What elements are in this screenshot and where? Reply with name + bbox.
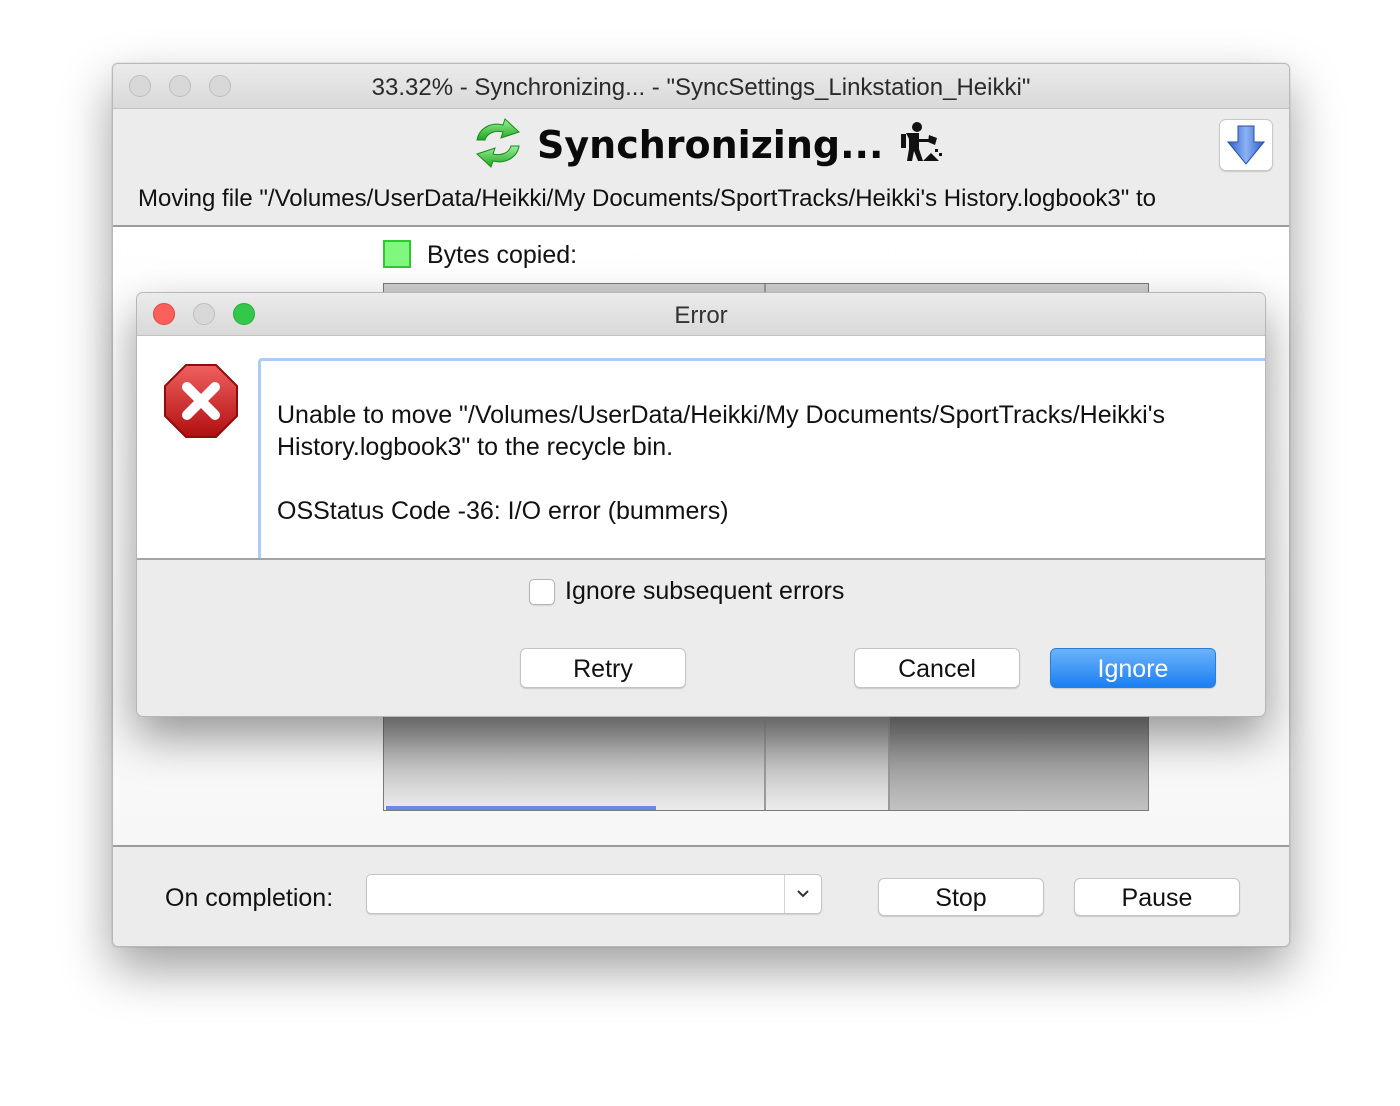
- window-footer: On completion: Stop Pause: [113, 847, 1289, 946]
- ignore-subsequent-errors-checkbox[interactable]: [529, 578, 555, 605]
- bytes-copied-progress-bar: [386, 806, 656, 810]
- current-operation-status: Moving file "/Volumes/UserData/Heikki/My…: [138, 185, 1156, 212]
- ignore-subsequent-errors-label[interactable]: Ignore subsequent errors: [565, 577, 844, 606]
- ignore-button[interactable]: Ignore: [1050, 648, 1216, 688]
- digging-worker-icon: [897, 121, 943, 170]
- down-arrow-icon: [1226, 125, 1266, 165]
- on-completion-select[interactable]: [366, 874, 822, 914]
- sync-header: Synchronizing... Moving file "/Volumes/U…: [113, 109, 1289, 227]
- sync-heading-text: Synchronizing...: [537, 123, 884, 167]
- dialog-body: Unable to move "/Volumes/UserData/Heikki…: [137, 336, 1265, 560]
- sync-heading: Synchronizing...: [471, 115, 943, 175]
- error-stop-icon: [163, 363, 239, 444]
- chevron-down-icon[interactable]: [784, 875, 821, 913]
- dialog-title: Error: [674, 302, 728, 329]
- error-dialog: Error Unable to move "/Volumes/UserData/…: [136, 292, 1266, 717]
- sync-arrows-icon: [471, 116, 525, 175]
- graph-section-middle: [766, 704, 888, 810]
- error-message-box: Unable to move "/Volumes/UserData/Heikki…: [258, 358, 1265, 558]
- cancel-button[interactable]: Cancel: [854, 648, 1020, 688]
- download-button[interactable]: [1219, 119, 1273, 171]
- error-message: Unable to move "/Volumes/UserData/Heikki…: [277, 399, 1265, 527]
- bytes-copied-legend-label: Bytes copied:: [427, 241, 578, 269]
- graph-divider: [888, 704, 890, 810]
- window-titlebar[interactable]: 33.32% - Synchronizing... - "SyncSetting…: [113, 64, 1289, 109]
- window-title: 33.32% - Synchronizing... - "SyncSetting…: [371, 74, 1031, 101]
- retry-button[interactable]: Retry: [520, 648, 686, 688]
- pause-button[interactable]: Pause: [1074, 878, 1240, 916]
- stop-button[interactable]: Stop: [878, 878, 1044, 916]
- error-message-line-2: OSStatus Code -36: I/O error (bummers): [277, 497, 729, 525]
- on-completion-label: On completion:: [165, 884, 334, 912]
- graph-section-right: [889, 704, 1148, 810]
- graph-section-left: [384, 704, 764, 810]
- bytes-copied-legend-swatch: [383, 240, 411, 268]
- ignore-subsequent-errors-option[interactable]: Ignore subsequent errors: [529, 577, 844, 606]
- error-message-line-1: Unable to move "/Volumes/UserData/Heikki…: [277, 401, 1166, 461]
- dialog-titlebar[interactable]: Error: [137, 293, 1265, 336]
